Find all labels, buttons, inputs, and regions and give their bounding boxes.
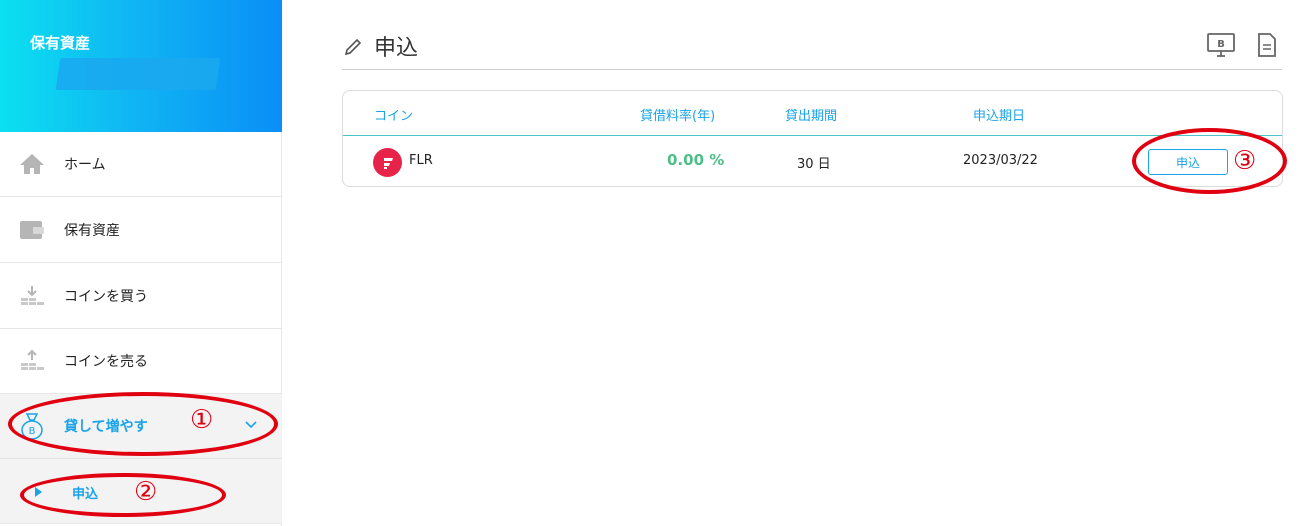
document-icon[interactable] (1252, 30, 1282, 60)
sidebar-item-label: 保有資産 (64, 223, 120, 239)
column-header-deadline: 申込期日 (973, 109, 1026, 124)
apply-button[interactable]: 申込 (1148, 149, 1228, 175)
sidebar-item-label: ホーム (64, 157, 106, 173)
lending-bag-icon: B (18, 412, 46, 440)
sidebar-item-sell-coin[interactable]: コインを売る (0, 329, 282, 394)
home-icon (18, 150, 46, 178)
sidebar-item-assets[interactable]: 保有資産 (0, 198, 282, 263)
coins-buy-icon (18, 282, 46, 310)
flr-logo-icon (373, 148, 402, 177)
lending-table: コイン 貸借料率(年) 貸出期間 申込期日 FLR 0.00 % 30 日 20… (342, 90, 1283, 187)
svg-text:B: B (29, 426, 36, 437)
deadline-value: 2023/03/22 (963, 153, 1038, 168)
column-header-coin: コイン (374, 109, 414, 124)
caret-right-icon (35, 487, 42, 497)
column-header-period: 貸出期間 (785, 109, 838, 124)
period-value: 30 日 (797, 157, 831, 172)
sidebar-item-label: コインを売る (64, 354, 148, 370)
column-header-rate: 貸借料率(年) (640, 109, 716, 124)
table-header: コイン 貸借料率(年) 貸出期間 申込期日 (343, 91, 1282, 136)
sidebar-item-label: 貸して増やす (64, 419, 148, 435)
page-title: 申込 (374, 36, 419, 61)
pencil-icon (342, 36, 364, 58)
redacted-balance (55, 58, 221, 90)
coin-name: FLR (409, 153, 433, 168)
coins-sell-icon (18, 347, 46, 375)
table-row: FLR 0.00 % 30 日 2023/03/22 申込 (343, 137, 1282, 187)
sidebar-item-home[interactable]: ホーム (0, 132, 282, 197)
chevron-down-icon[interactable] (244, 418, 258, 434)
sidebar-item-buy-coin[interactable]: コインを買う (0, 264, 282, 329)
bitcoin-monitor-icon[interactable]: B (1206, 30, 1236, 60)
sidebar-item-lending[interactable]: B 貸して増やす (0, 394, 282, 459)
header-icon-group: B (1206, 30, 1282, 60)
sidebar-subitem-label: 申込 (72, 487, 99, 502)
sidebar-item-label: コインを買う (64, 289, 148, 305)
sidebar-subitem-apply[interactable]: 申込 (0, 459, 282, 524)
sidebar-header: 保有資産 (0, 0, 282, 132)
rate-value: 0.00 % (667, 151, 725, 169)
page-header: 申込 B (342, 28, 1282, 70)
wallet-icon (18, 216, 46, 244)
app-root: 保有資産 ホーム 保有資産 コインを買う コインを売る B 貸して増やす 申込 … (0, 0, 1310, 526)
sidebar-header-title: 保有資産 (30, 34, 91, 52)
svg-text:B: B (1217, 39, 1225, 50)
sidebar: 保有資産 ホーム 保有資産 コインを買う コインを売る B 貸して増やす 申込 (0, 0, 282, 526)
